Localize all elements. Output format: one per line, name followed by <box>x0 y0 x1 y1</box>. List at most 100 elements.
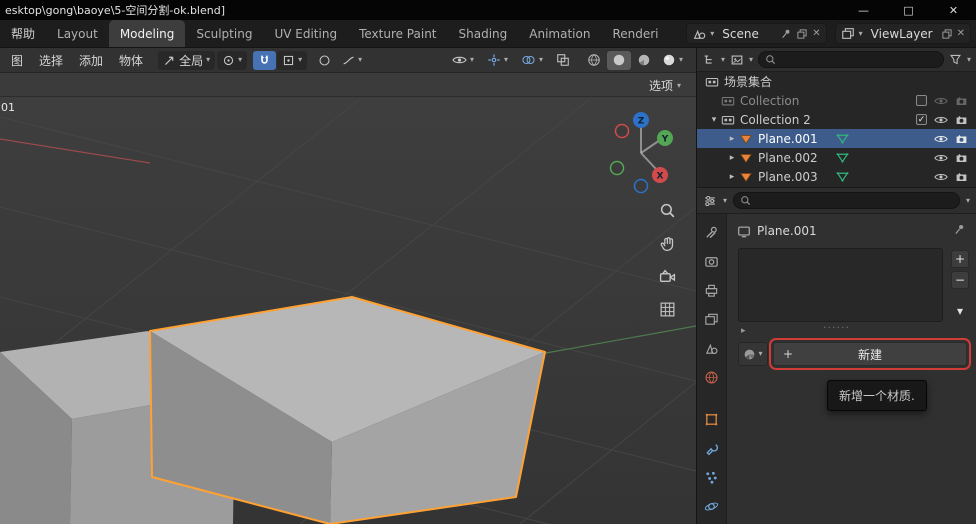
zoom-tool[interactable] <box>656 199 678 221</box>
pivot-point-dropdown[interactable]: ▾ <box>217 51 247 70</box>
tab-output[interactable] <box>701 281 723 299</box>
overlays-dropdown[interactable]: ▾ <box>516 51 548 70</box>
ortho-toggle-tool[interactable] <box>656 298 678 320</box>
pan-tool[interactable] <box>656 232 678 254</box>
add-slot-button[interactable]: + <box>951 250 969 268</box>
viewport-canvas[interactable]: 01 Z Y X <box>0 97 696 524</box>
browse-material-dropdown[interactable]: ▾ <box>738 342 768 366</box>
camera-view-tool[interactable] <box>656 265 678 287</box>
options-dropdown[interactable]: 选项 ▾ <box>644 76 686 95</box>
eye-icon[interactable] <box>934 115 948 125</box>
outliner-row-plane-003[interactable]: ▸ Plane.003 <box>697 167 976 186</box>
maximize-button[interactable]: □ <box>886 0 931 20</box>
tab-sculpting[interactable]: Sculpting <box>185 20 263 47</box>
view-menu[interactable]: 图 <box>4 52 30 69</box>
tab-object[interactable] <box>701 410 723 428</box>
outliner-editor-icon[interactable] <box>702 53 716 67</box>
select-menu[interactable]: 选择 <box>32 52 70 69</box>
tab-shading[interactable]: Shading <box>448 20 519 47</box>
properties-search-input[interactable] <box>733 192 960 209</box>
pin-id-icon[interactable] <box>953 223 966 236</box>
outliner-row-collection2[interactable]: ▾ Collection 2 ✓ <box>697 110 976 129</box>
camera-icon[interactable] <box>955 95 968 106</box>
expand-icon[interactable]: ▾ <box>707 115 721 125</box>
exclude-checkbox-checked[interactable]: ✓ <box>916 114 927 125</box>
shading-solid-button[interactable] <box>607 51 631 70</box>
snap-group: ▾ <box>253 51 307 70</box>
slot-specials-dropdown[interactable]: ▾ <box>951 302 969 320</box>
new-scene-icon[interactable] <box>796 28 808 40</box>
gizmos-dropdown[interactable]: ▾ <box>482 51 513 70</box>
display-mode-icon[interactable] <box>730 53 744 67</box>
expand-icon[interactable]: ▸ <box>741 326 746 336</box>
outliner-search-input[interactable] <box>758 51 944 68</box>
camera-icon[interactable] <box>955 114 968 125</box>
outliner-row-collection[interactable]: Collection <box>697 91 976 110</box>
snap-toggle[interactable] <box>253 51 276 70</box>
expand-icon[interactable]: ▸ <box>725 172 739 182</box>
tab-texture-paint[interactable]: Texture Paint <box>348 20 447 47</box>
properties-editor-icon[interactable] <box>703 194 717 208</box>
unlink-scene-icon[interactable]: ✕ <box>812 29 820 39</box>
expand-icon[interactable]: ▸ <box>725 153 739 163</box>
chevron-down-icon[interactable]: ▾ <box>967 56 971 64</box>
proportional-icon <box>318 54 331 67</box>
visibility-dropdown[interactable]: ▾ <box>447 51 479 70</box>
eye-icon[interactable] <box>934 134 948 144</box>
tab-scene[interactable] <box>701 339 723 357</box>
minimize-button[interactable]: — <box>841 0 886 20</box>
outliner-row-plane-002[interactable]: ▸ Plane.002 <box>697 148 976 167</box>
filter-funnel-icon[interactable] <box>949 53 962 66</box>
breadcrumb: Plane.001 <box>737 224 817 238</box>
shading-rendered-button[interactable]: ▾ <box>657 51 688 70</box>
shading-material-button[interactable] <box>632 51 656 70</box>
tab-rendering[interactable]: Renderi <box>601 20 669 47</box>
tab-physics[interactable] <box>701 497 723 515</box>
tab-modifiers[interactable] <box>701 439 723 457</box>
expand-icon[interactable]: ▸ <box>725 134 739 144</box>
tab-layout[interactable]: Layout <box>46 20 109 47</box>
proportional-falloff-dropdown[interactable]: ▾ <box>337 51 367 70</box>
remove-slot-button[interactable]: − <box>951 271 969 289</box>
eye-icon[interactable] <box>934 172 948 182</box>
outliner-row-plane-001[interactable]: ▸ Plane.001 <box>697 129 976 148</box>
tab-animation[interactable]: Animation <box>518 20 601 47</box>
snap-target-dropdown[interactable]: ▾ <box>277 51 307 70</box>
tab-uv-editing[interactable]: UV Editing <box>263 20 348 47</box>
camera-icon[interactable] <box>955 152 968 163</box>
eye-icon[interactable] <box>934 96 948 106</box>
camera-icon[interactable] <box>955 133 968 144</box>
chevron-down-icon[interactable]: ▾ <box>749 56 753 64</box>
tab-viewlayer[interactable] <box>701 310 723 328</box>
material-slot-list[interactable] <box>738 248 943 322</box>
viewlayer-selector[interactable]: ▾ ViewLayer ✕ <box>835 23 971 44</box>
new-viewlayer-icon[interactable] <box>941 28 953 40</box>
navigation-gizmo[interactable]: Z Y X <box>597 107 685 195</box>
add-menu[interactable]: 添加 <box>72 52 110 69</box>
outliner-row-scene-collection[interactable]: 场景集合 <box>697 72 976 91</box>
exclude-checkbox[interactable] <box>916 95 927 106</box>
chevron-down-icon[interactable]: ▾ <box>723 197 727 205</box>
eye-icon[interactable] <box>934 153 948 163</box>
shading-wireframe-button[interactable] <box>582 51 606 70</box>
breadcrumb-object-name[interactable]: Plane.001 <box>757 224 817 238</box>
pin-icon[interactable] <box>780 28 792 40</box>
tab-particles[interactable] <box>701 468 723 486</box>
close-button[interactable]: ✕ <box>931 0 976 20</box>
proportional-edit-toggle[interactable] <box>313 51 336 70</box>
tab-tool[interactable] <box>701 223 723 241</box>
new-material-button[interactable]: + 新建 <box>773 342 967 366</box>
camera-icon[interactable] <box>955 171 968 182</box>
resize-grip[interactable]: ······ <box>823 321 850 334</box>
help-menu[interactable]: 帮助 <box>0 25 46 42</box>
tab-world[interactable] <box>701 368 723 386</box>
object-menu[interactable]: 物体 <box>112 52 150 69</box>
tab-modeling[interactable]: Modeling <box>109 20 186 47</box>
tab-render[interactable] <box>701 252 723 270</box>
scene-selector[interactable]: ▾ Scene ✕ <box>686 23 826 44</box>
remove-viewlayer-icon[interactable]: ✕ <box>957 29 965 39</box>
xray-toggle[interactable] <box>551 51 575 70</box>
chevron-down-icon[interactable]: ▾ <box>721 56 725 64</box>
transform-orientation-dropdown[interactable]: 全局 ▾ <box>158 51 215 70</box>
chevron-down-icon[interactable]: ▾ <box>966 197 970 205</box>
